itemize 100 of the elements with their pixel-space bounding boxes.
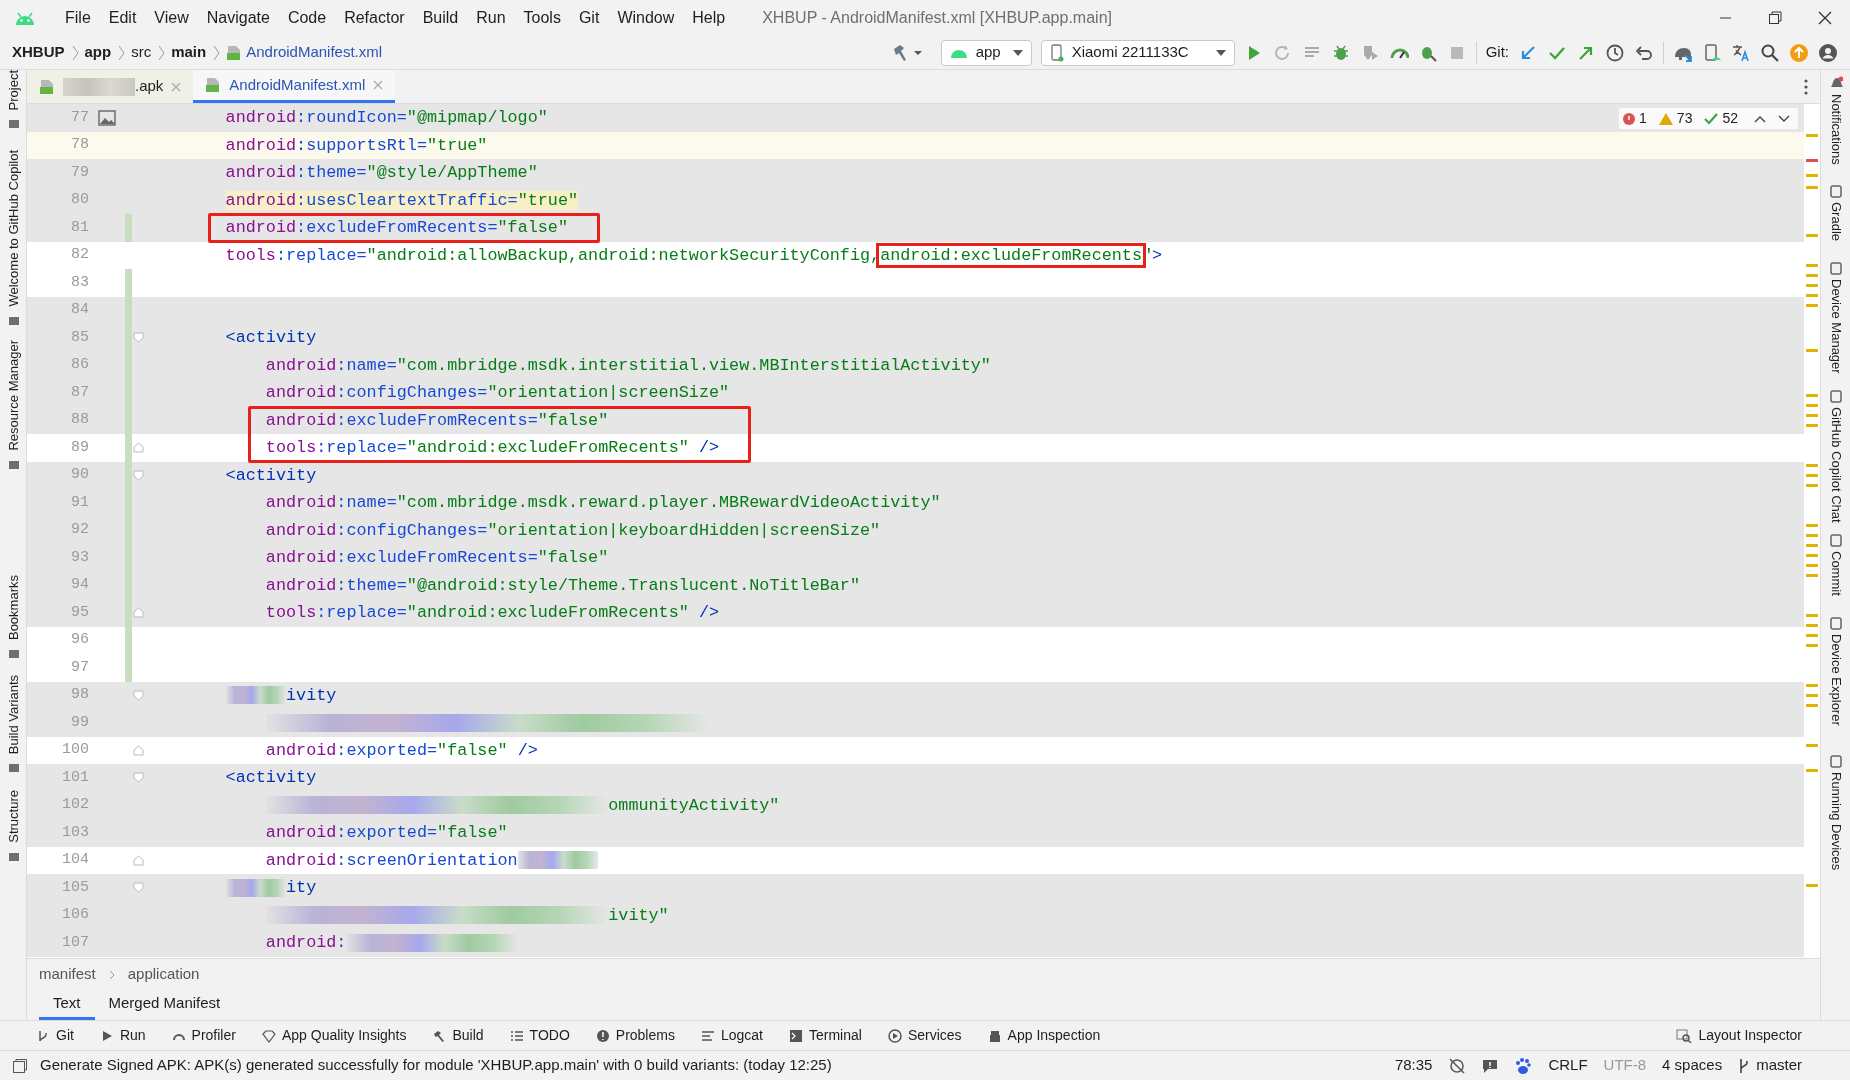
search-icon[interactable] — [1760, 42, 1780, 63]
tool-window-button[interactable]: GitHub Copilot Chat — [1826, 407, 1846, 523]
menu-item[interactable]: Run — [467, 6, 515, 30]
close-icon[interactable] — [373, 80, 384, 90]
status-message[interactable]: Generate Signed APK: APK(s) generated successfully for module 'XHBUP.app.main' with 0 build variants: (today 12:25) — [40, 1054, 832, 1077]
menu-item[interactable]: Tools — [514, 6, 570, 30]
menu-item[interactable]: View — [145, 6, 198, 30]
device-dropdown[interactable]: Xiaomi 2211133C — [1040, 39, 1235, 66]
tool-window-button[interactable]: Commit — [1826, 551, 1846, 596]
editor-tab[interactable]: AndroidManifest.xml — [193, 70, 396, 103]
tool-icon[interactable] — [7, 118, 20, 131]
tool-window-button[interactable]: Git — [36, 1025, 74, 1046]
chevron-up-icon[interactable] — [1754, 114, 1766, 123]
tool-icon[interactable] — [7, 458, 20, 471]
breadcrumb-item[interactable]: app — [84, 41, 112, 64]
menu-item[interactable]: Edit — [99, 6, 146, 30]
line-number: 95 — [70, 602, 89, 623]
tool-window-button[interactable]: Run — [99, 1025, 146, 1046]
breadcrumb-item[interactable]: XHBUP — [12, 41, 65, 64]
tool-window-button[interactable]: Device Explorer — [1826, 634, 1846, 726]
tool-icon[interactable] — [7, 762, 20, 775]
tool-window-button[interactable]: Welcome to GitHub Copilot — [3, 150, 24, 307]
editor-tab[interactable]: .apk — [27, 70, 194, 103]
warning-count[interactable]: 73 — [1676, 108, 1693, 129]
tool-window-button[interactable]: Layout Inspector — [1676, 1025, 1802, 1046]
tool-window-button[interactable]: App Quality Insights — [261, 1025, 407, 1046]
run-config-dropdown[interactable]: app — [940, 39, 1032, 66]
no-sync-icon[interactable] — [1448, 1057, 1467, 1074]
tool-window-button[interactable]: Structure — [3, 790, 24, 843]
menu-item[interactable]: Window — [608, 6, 684, 30]
menu-item[interactable]: Help — [683, 6, 735, 30]
tool-window-button[interactable]: App Inspection — [987, 1025, 1101, 1046]
line-number: 106 — [61, 905, 89, 925]
menu-item[interactable]: Refactor — [335, 6, 414, 30]
fold-start-icon[interactable] — [133, 332, 144, 344]
panel-icon[interactable] — [12, 1057, 28, 1074]
line-number: 97 — [70, 657, 89, 678]
tool-window-button[interactable]: Device Manager — [1826, 279, 1846, 374]
chevron-down-icon[interactable] — [1778, 114, 1790, 123]
clock-icon[interactable] — [1605, 42, 1625, 63]
line-separator[interactable]: CRLF — [1548, 1054, 1588, 1077]
caret-position[interactable]: 78:35 — [1394, 1054, 1433, 1077]
menu-item[interactable]: Git — [569, 6, 609, 30]
device-sync-icon[interactable] — [1702, 42, 1722, 63]
breadcrumb-item[interactable]: src — [131, 41, 152, 64]
tool-window-button[interactable]: Project — [3, 70, 24, 111]
caret-icon — [1012, 49, 1023, 56]
tool-icon[interactable] — [1829, 184, 1843, 198]
ok-count[interactable]: 52 — [1722, 108, 1738, 129]
tool-icon[interactable] — [7, 648, 20, 661]
tool-window-button[interactable]: Profiler — [171, 1025, 236, 1046]
tool-icon[interactable] — [7, 314, 20, 327]
update-icon[interactable] — [1789, 42, 1809, 63]
tool-window-button[interactable]: Resource Manager — [3, 340, 24, 451]
menu-item[interactable]: Code — [278, 6, 336, 30]
line-number: 81 — [70, 217, 89, 238]
tool-window-button[interactable]: Running Devices — [1826, 772, 1846, 871]
tool-window-button[interactable]: Services — [887, 1025, 962, 1046]
bell-icon[interactable] — [1829, 76, 1843, 90]
tool-icon[interactable] — [1829, 616, 1843, 630]
code-line: android:theme="@android:style/Theme.Translucent.NoTitleBar" — [264, 574, 860, 597]
breadcrumb-item[interactable]: manifest — [39, 963, 96, 986]
feedback-icon[interactable] — [1482, 1057, 1499, 1074]
more-icon[interactable] — [1804, 79, 1808, 95]
tool-window-button[interactable]: Problems — [595, 1025, 675, 1046]
git-branch[interactable]: master — [1738, 1054, 1802, 1077]
tool-window-button[interactable]: Terminal — [789, 1025, 862, 1046]
menu-item[interactable]: Build — [413, 6, 468, 30]
code-fragment: android — [265, 933, 337, 953]
tool-window-button[interactable]: Notifications — [1826, 94, 1846, 165]
breadcrumb-item[interactable]: main — [171, 41, 207, 64]
tool-icon[interactable] — [1829, 754, 1843, 768]
tool-icon[interactable] — [1829, 533, 1843, 547]
code-fragment: android — [225, 190, 297, 210]
tool-icon[interactable] — [1829, 389, 1843, 403]
fold-start-icon[interactable] — [133, 469, 144, 481]
fold-start-icon[interactable] — [133, 882, 144, 894]
tool-window-button[interactable]: Build — [432, 1025, 484, 1046]
tool-window-button[interactable]: Logcat — [700, 1025, 763, 1046]
indent-setting[interactable]: 4 spaces — [1662, 1054, 1723, 1077]
tool-window-button[interactable]: TODO — [509, 1025, 570, 1046]
account-icon[interactable] — [1818, 42, 1838, 63]
view-tab[interactable]: Merged Manifest — [94, 990, 235, 1020]
error-count[interactable]: 1 — [1639, 108, 1647, 129]
tool-window-button[interactable]: Build Variants — [3, 675, 24, 755]
code-line: tools:replace="android:excludeFromRecents" /> — [264, 437, 720, 460]
tool-icon[interactable] — [7, 850, 20, 863]
tool-window-button[interactable]: Gradle — [1826, 202, 1846, 242]
paw-icon[interactable] — [1514, 1056, 1533, 1075]
menu-item[interactable]: File — [56, 6, 100, 30]
fold-start-icon[interactable] — [133, 689, 144, 701]
alert-icon — [595, 1028, 610, 1043]
translate-icon[interactable] — [1731, 42, 1751, 63]
tool-window-button[interactable]: Bookmarks — [3, 575, 24, 641]
breadcrumb-item[interactable]: AndroidManifest.xml — [246, 41, 383, 64]
fold-start-icon[interactable] — [133, 772, 144, 784]
breadcrumb-item[interactable]: application — [127, 963, 200, 986]
tool-icon[interactable] — [1829, 261, 1843, 275]
line-number: 80 — [70, 190, 89, 210]
menu-item[interactable]: Navigate — [197, 6, 279, 30]
